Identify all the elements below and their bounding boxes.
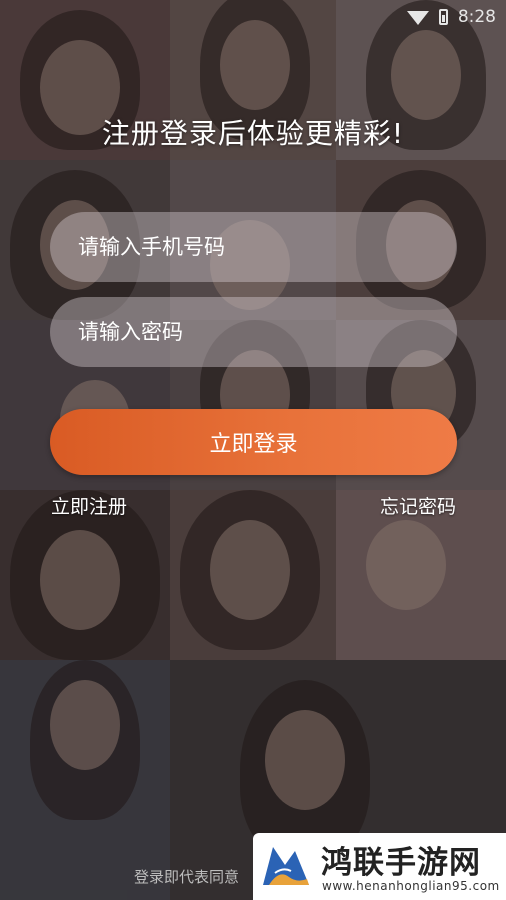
watermark-logo-icon xyxy=(263,847,309,885)
watermark-title: 鸿联手游网 xyxy=(321,845,481,881)
terms-text: 登录即代表同意 xyxy=(134,868,240,886)
phone-field[interactable] xyxy=(50,212,457,282)
status-bar: 8:28 xyxy=(406,4,496,30)
site-watermark: 鸿联手游网 www.henanhonglian95.com xyxy=(253,833,506,900)
phone-input[interactable] xyxy=(76,234,440,260)
password-field[interactable] xyxy=(50,297,457,367)
login-button[interactable]: 立即登录 xyxy=(50,409,457,475)
status-time: 8:28 xyxy=(457,7,496,27)
wifi-icon xyxy=(406,11,429,25)
password-input[interactable] xyxy=(76,319,440,345)
forgot-password-link[interactable]: 忘记密码 xyxy=(380,492,456,519)
register-link[interactable]: 立即注册 xyxy=(51,492,127,519)
page-title: 注册登录后体验更精彩! xyxy=(101,117,405,150)
login-screen: 8:28 注册登录后体验更精彩! 立即登录 立即注册 忘记密码 登录即代表同意 … xyxy=(0,0,506,900)
battery-icon xyxy=(438,9,448,25)
watermark-url: www.henanhonglian95.com xyxy=(322,879,500,893)
